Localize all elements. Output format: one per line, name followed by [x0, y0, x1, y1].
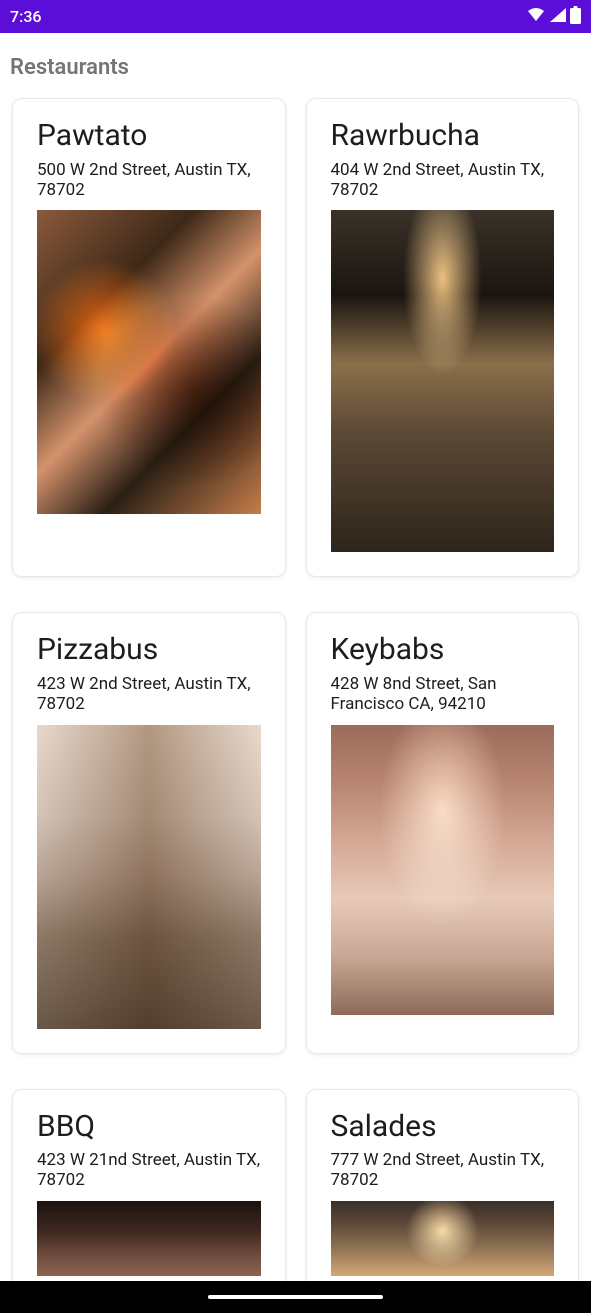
restaurant-grid[interactable]: Pawtato 500 W 2nd Street, Austin TX, 787…: [10, 98, 581, 1301]
restaurant-name: Keybabs: [331, 633, 555, 668]
restaurant-card[interactable]: BBQ 423 W 21nd Street, Austin TX, 78702: [12, 1089, 286, 1301]
status-bar: 7:36: [0, 0, 591, 33]
restaurant-address: 428 W 8nd Street, San Francisco CA, 9421…: [331, 674, 555, 715]
restaurant-name: Salades: [331, 1110, 555, 1145]
restaurant-name: BBQ: [37, 1110, 261, 1145]
restaurant-address: 777 W 2nd Street, Austin TX, 78702: [331, 1150, 555, 1191]
signal-icon: [549, 7, 567, 27]
restaurant-name: Rawrbucha: [331, 119, 555, 154]
restaurant-name: Pawtato: [37, 119, 261, 154]
restaurant-name: Pizzabus: [37, 633, 261, 668]
restaurant-image: [37, 210, 261, 514]
page-title: Restaurants: [10, 33, 581, 98]
restaurant-address: 404 W 2nd Street, Austin TX, 78702: [331, 160, 555, 201]
restaurant-address: 423 W 2nd Street, Austin TX, 78702: [37, 674, 261, 715]
nav-handle[interactable]: [208, 1295, 383, 1299]
restaurant-image: [331, 210, 555, 552]
restaurant-address: 500 W 2nd Street, Austin TX, 78702: [37, 160, 261, 201]
restaurant-image: [331, 725, 555, 1015]
wifi-icon: [526, 7, 546, 27]
restaurant-address: 423 W 21nd Street, Austin TX, 78702: [37, 1150, 261, 1191]
status-bar-left: 7:36: [10, 7, 42, 26]
restaurant-card[interactable]: Keybabs 428 W 8nd Street, San Francisco …: [306, 612, 580, 1053]
restaurant-card[interactable]: Rawrbucha 404 W 2nd Street, Austin TX, 7…: [306, 98, 580, 577]
restaurant-card[interactable]: Pawtato 500 W 2nd Street, Austin TX, 787…: [12, 98, 286, 577]
navigation-bar: [0, 1281, 591, 1313]
main-content: Restaurants Pawtato 500 W 2nd Street, Au…: [0, 33, 591, 1301]
restaurant-card[interactable]: Pizzabus 423 W 2nd Street, Austin TX, 78…: [12, 612, 286, 1053]
battery-icon: [570, 6, 581, 28]
restaurant-image: [331, 1201, 555, 1276]
restaurant-card[interactable]: Salades 777 W 2nd Street, Austin TX, 787…: [306, 1089, 580, 1301]
restaurant-image: [37, 1201, 261, 1276]
status-time: 7:36: [10, 7, 42, 26]
status-bar-right: [526, 6, 581, 28]
restaurant-image: [37, 725, 261, 1029]
